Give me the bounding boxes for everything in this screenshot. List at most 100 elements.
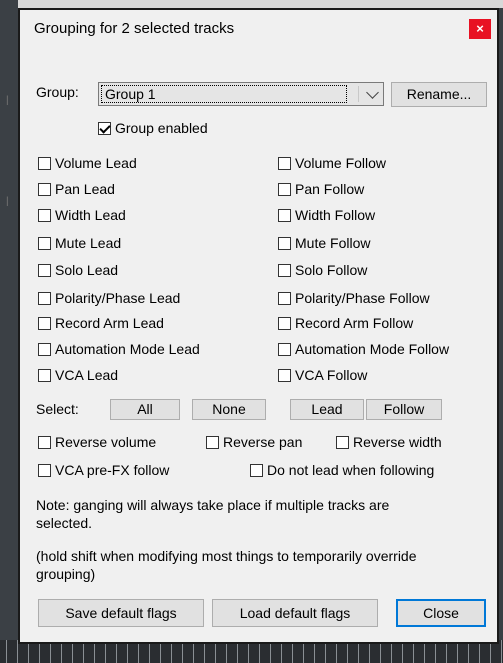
checkbox-box: [336, 435, 349, 449]
flag-label: Volume Follow: [295, 155, 387, 171]
close-button-label: Close: [423, 605, 459, 621]
note-line: Note: ganging will always take place if …: [36, 497, 390, 513]
select-label: Select:: [36, 401, 79, 417]
select-follow-button[interactable]: Follow: [366, 399, 442, 420]
select-lead-label: Lead: [311, 401, 343, 417]
polarity-follow-checkbox[interactable]: Polarity/Phase Follow: [278, 290, 430, 306]
checkbox-box: [38, 342, 51, 356]
checkbox-box: [38, 435, 51, 449]
select-none-button[interactable]: None: [192, 399, 266, 420]
select-none-label: None: [212, 401, 246, 417]
pan-follow-checkbox[interactable]: Pan Follow: [278, 181, 364, 197]
chevron-down-icon: [366, 86, 379, 99]
flag-label: Record Arm Lead: [55, 315, 164, 331]
polarity-lead-checkbox[interactable]: Polarity/Phase Lead: [38, 290, 180, 306]
load-default-flags-button[interactable]: Load default flags: [212, 599, 378, 627]
checkbox-box: [38, 463, 51, 477]
checkbox-box: [38, 156, 51, 170]
grouping-dialog: Grouping for 2 selected tracks × Group: …: [18, 8, 499, 644]
option-label: VCA pre-FX follow: [55, 462, 170, 478]
width-lead-checkbox[interactable]: Width Lead: [38, 207, 126, 223]
option-label: Do not lead when following: [267, 462, 435, 478]
flag-label: Width Lead: [55, 207, 126, 223]
width-follow-checkbox[interactable]: Width Follow: [278, 207, 375, 223]
note-line: grouping): [36, 566, 96, 582]
option-label: Reverse pan: [223, 434, 303, 450]
volume-follow-checkbox[interactable]: Volume Follow: [278, 155, 386, 171]
vca-prefx-checkbox[interactable]: VCA pre-FX follow: [38, 462, 169, 478]
flag-label: Record Arm Follow: [295, 315, 414, 331]
note-ganging: Note: ganging will always take place if …: [36, 496, 389, 532]
option-label: Reverse volume: [55, 434, 157, 450]
reverse-width-checkbox[interactable]: Reverse width: [336, 434, 442, 450]
flag-label: Pan Follow: [295, 181, 365, 197]
volume-lead-checkbox[interactable]: Volume Lead: [38, 155, 137, 171]
flag-label: Solo Lead: [55, 262, 119, 278]
save-default-flags-button[interactable]: Save default flags: [38, 599, 204, 627]
note-shift: (hold shift when modifying most things t…: [36, 547, 417, 583]
automation-lead-checkbox[interactable]: Automation Mode Lead: [38, 341, 200, 357]
checkbox-box: [278, 156, 291, 170]
group-select[interactable]: Group 1: [98, 82, 384, 106]
close-icon: ×: [476, 21, 484, 36]
group-enabled-label: Group enabled: [115, 120, 208, 136]
no-lead-when-following-checkbox[interactable]: Do not lead when following: [250, 462, 434, 478]
checkbox-box: [278, 182, 291, 196]
flag-label: Polarity/Phase Lead: [55, 290, 181, 306]
close-window-button[interactable]: ×: [469, 19, 491, 39]
flag-label: Volume Lead: [55, 155, 137, 171]
mute-lead-checkbox[interactable]: Mute Lead: [38, 235, 121, 251]
mute-follow-checkbox[interactable]: Mute Follow: [278, 235, 370, 251]
flag-label: Mute Follow: [295, 235, 371, 251]
checkbox-box: [38, 316, 51, 330]
flag-label: Automation Mode Lead: [55, 341, 200, 357]
checkbox-box: [206, 435, 219, 449]
solo-follow-checkbox[interactable]: Solo Follow: [278, 262, 367, 278]
checkbox-box: [278, 342, 291, 356]
record-arm-lead-checkbox[interactable]: Record Arm Lead: [38, 315, 164, 331]
rename-button-label: Rename...: [406, 86, 472, 102]
vca-follow-checkbox[interactable]: VCA Follow: [278, 367, 367, 383]
pan-lead-checkbox[interactable]: Pan Lead: [38, 181, 115, 197]
record-arm-follow-checkbox[interactable]: Record Arm Follow: [278, 315, 413, 331]
background-track-marker: |: [6, 95, 9, 106]
reverse-volume-checkbox[interactable]: Reverse volume: [38, 434, 156, 450]
automation-follow-checkbox[interactable]: Automation Mode Follow: [278, 341, 449, 357]
checkbox-box: [38, 291, 51, 305]
flag-label: VCA Follow: [295, 367, 368, 383]
group-label: Group:: [36, 84, 79, 100]
checkbox-box: [278, 316, 291, 330]
reverse-pan-checkbox[interactable]: Reverse pan: [206, 434, 302, 450]
select-all-label: All: [137, 401, 153, 417]
checkmark-icon: [98, 121, 111, 135]
group-select-value: Group 1: [101, 85, 347, 103]
background-edge: [0, 0, 18, 640]
group-enabled-checkbox[interactable]: Group enabled: [98, 120, 208, 136]
checkbox-box: [278, 291, 291, 305]
checkbox-box: [250, 463, 263, 477]
flag-label: Pan Lead: [55, 181, 115, 197]
combo-separator: [358, 86, 359, 102]
checkbox-box: [38, 263, 51, 277]
checkbox-box: [278, 263, 291, 277]
title-bar: Grouping for 2 selected tracks ×: [20, 10, 497, 46]
flag-label: VCA Lead: [55, 367, 119, 383]
load-default-flags-label: Load default flags: [239, 605, 351, 621]
vca-lead-checkbox[interactable]: VCA Lead: [38, 367, 118, 383]
checkbox-box: [278, 368, 291, 382]
solo-lead-checkbox[interactable]: Solo Lead: [38, 262, 118, 278]
save-default-flags-label: Save default flags: [65, 605, 177, 621]
note-line: (hold shift when modifying most things t…: [36, 548, 417, 564]
checkbox-box: [38, 368, 51, 382]
flag-label: Mute Lead: [55, 235, 122, 251]
flag-label: Polarity/Phase Follow: [295, 290, 430, 306]
select-lead-button[interactable]: Lead: [290, 399, 364, 420]
select-follow-label: Follow: [383, 401, 425, 417]
flag-label: Solo Follow: [295, 262, 368, 278]
select-all-button[interactable]: All: [110, 399, 180, 420]
close-button[interactable]: Close: [396, 599, 486, 627]
flag-label: Automation Mode Follow: [295, 341, 450, 357]
checkbox-box: [38, 236, 51, 250]
rename-button[interactable]: Rename...: [391, 82, 487, 107]
checkbox-box: [38, 208, 51, 222]
